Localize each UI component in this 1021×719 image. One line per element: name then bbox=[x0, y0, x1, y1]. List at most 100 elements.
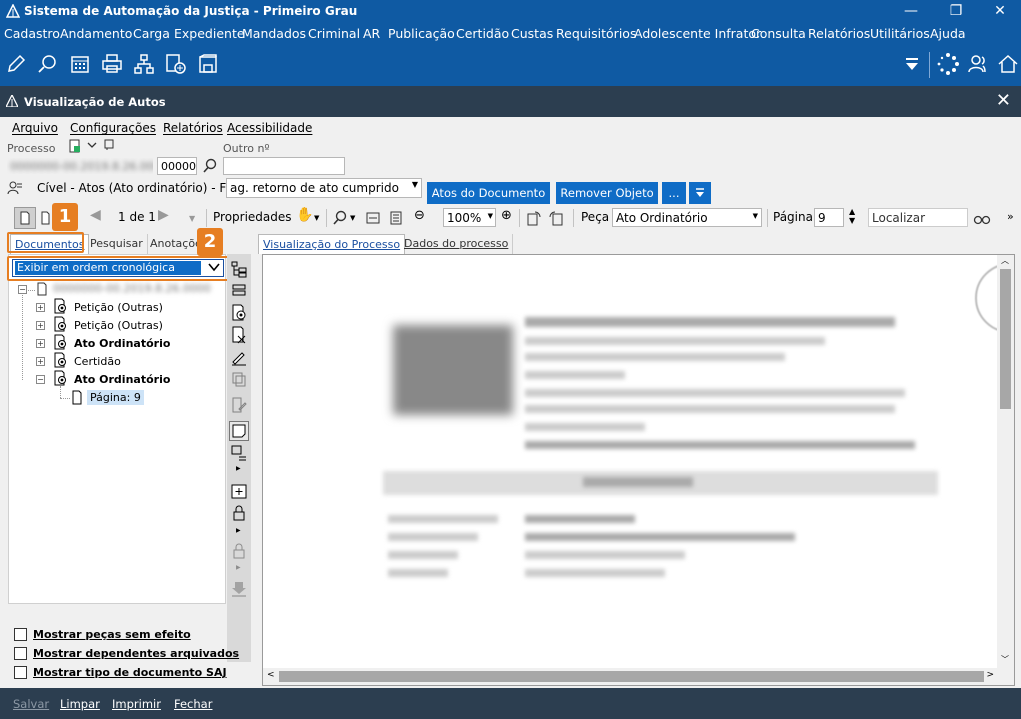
archive-icon[interactable] bbox=[196, 52, 220, 76]
zoom-search-icon[interactable] bbox=[332, 210, 348, 226]
add-process-icon[interactable] bbox=[164, 52, 188, 76]
search-document-icon[interactable] bbox=[36, 52, 60, 76]
process-suffix-field[interactable]: 00000 bbox=[157, 157, 197, 175]
scroll-right-icon[interactable]: > bbox=[986, 670, 994, 680]
comment-icon[interactable] bbox=[103, 139, 115, 151]
tree-item-label[interactable]: Ato Ordinatório bbox=[74, 373, 170, 386]
menu-criminal[interactable]: Criminal bbox=[308, 26, 360, 41]
copy-icon[interactable] bbox=[230, 370, 248, 388]
localizar-input[interactable]: Localizar bbox=[868, 208, 968, 227]
edit-document-icon[interactable] bbox=[230, 396, 248, 414]
process-number-field[interactable]: 0000000-00.2019.8.26.0000 bbox=[6, 157, 154, 175]
window-close-button[interactable]: ✕ bbox=[996, 90, 1011, 111]
menu-cadastro[interactable]: Cadastro bbox=[4, 26, 60, 41]
calendar-icon[interactable] bbox=[68, 52, 92, 76]
pagina-input[interactable]: 9 bbox=[814, 208, 844, 227]
tree-expand-toggle[interactable]: + bbox=[36, 303, 45, 312]
tree-collapse-toggle[interactable]: − bbox=[36, 375, 45, 384]
tree-expand-toggle[interactable]: + bbox=[36, 321, 45, 330]
remover-objeto-button[interactable]: Remover Objeto bbox=[556, 182, 658, 204]
menu-relatorios[interactable]: Relatórios bbox=[808, 26, 870, 41]
tab-pesquisar[interactable]: Pesquisar bbox=[86, 234, 148, 254]
more-options-button[interactable]: ... bbox=[662, 182, 686, 204]
menu-ajuda[interactable]: Ajuda bbox=[930, 26, 966, 41]
download-icon[interactable] bbox=[230, 580, 248, 598]
checkbox-box[interactable] bbox=[14, 628, 27, 641]
search-icon[interactable] bbox=[202, 158, 218, 174]
scroll-left-icon[interactable]: < bbox=[267, 670, 275, 680]
page-alt-icon[interactable] bbox=[40, 211, 50, 225]
tree-collapse-toggle[interactable]: − bbox=[18, 285, 27, 294]
zoom-in-button[interactable]: ⊕ bbox=[501, 208, 512, 223]
chevron-down-icon[interactable] bbox=[87, 141, 97, 149]
expand-button[interactable] bbox=[689, 182, 711, 204]
tree-expand-toggle[interactable]: + bbox=[36, 357, 45, 366]
hand-tool-dropdown-icon[interactable]: ▼ bbox=[314, 214, 319, 222]
rotate-left-icon[interactable] bbox=[526, 210, 542, 226]
tree-view-icon[interactable] bbox=[230, 260, 248, 278]
menu-arquivo[interactable]: Arquivo bbox=[12, 121, 58, 135]
restore-button[interactable]: ❐ bbox=[933, 0, 979, 24]
expand-arrow-icon[interactable]: ▶ bbox=[236, 527, 241, 534]
next-page-button[interactable]: ▶ bbox=[158, 207, 169, 223]
atos-do-documento-button[interactable]: Atos do Documento bbox=[427, 182, 550, 204]
horizontal-scroll-thumb[interactable] bbox=[279, 671, 984, 682]
lock-icon[interactable] bbox=[230, 504, 248, 522]
binoculars-icon[interactable] bbox=[973, 211, 991, 225]
zoom-out-button[interactable]: ⊖ bbox=[414, 208, 425, 223]
tab-visualizacao-processo[interactable]: Visualização do Processo bbox=[258, 234, 406, 254]
menu-relatorios-window[interactable]: Relatórios bbox=[163, 121, 223, 135]
add-note-icon[interactable] bbox=[230, 482, 248, 500]
tree-item-label[interactable]: Certidão bbox=[74, 355, 121, 368]
lock-disabled-icon[interactable] bbox=[230, 542, 248, 560]
tree-page-node[interactable]: Página: 9 bbox=[87, 390, 144, 405]
vertical-scroll-thumb[interactable] bbox=[1000, 269, 1011, 409]
toolbar-overflow-icon[interactable]: » bbox=[1007, 210, 1014, 223]
queue-select[interactable]: ag. retorno de ato cumprido ▼ bbox=[226, 178, 422, 198]
menu-mandados[interactable]: Mandados bbox=[242, 26, 306, 41]
salvar-button[interactable]: Salvar bbox=[13, 697, 49, 711]
other-number-input[interactable] bbox=[223, 157, 345, 175]
close-button[interactable]: ✕ bbox=[977, 0, 1021, 24]
minimize-button[interactable]: — bbox=[888, 0, 934, 24]
menu-ar[interactable]: AR bbox=[363, 26, 380, 41]
tab-dados-processo[interactable]: Dados do processo bbox=[400, 234, 514, 254]
menu-adolescente-infrator[interactable]: Adolescente Infrator bbox=[634, 26, 761, 41]
zoom-select[interactable]: 100% ▼ bbox=[443, 208, 496, 227]
menu-acessibilidade[interactable]: Acessibilidade bbox=[227, 121, 312, 135]
scroll-up-icon[interactable]: ︿ bbox=[1001, 255, 1009, 266]
menu-consulta[interactable]: Consulta bbox=[751, 26, 806, 41]
sign-document-icon[interactable] bbox=[230, 348, 248, 366]
page-nav-dropdown-icon[interactable]: ▼ bbox=[189, 214, 195, 223]
vertical-scrollbar[interactable]: ︿ ﹀ bbox=[997, 255, 1014, 669]
list-view-icon[interactable] bbox=[230, 282, 248, 300]
expand-arrow-icon[interactable]: ▶ bbox=[236, 465, 241, 472]
tree-item-label[interactable]: Petição (Outras) bbox=[74, 319, 163, 332]
expand-arrow-icon[interactable]: ▶ bbox=[236, 564, 241, 571]
tree-item-label[interactable]: Ato Ordinatório bbox=[74, 337, 170, 350]
properties-button[interactable]: Propriedades bbox=[213, 210, 292, 224]
scroll-down-icon[interactable]: ﹀ bbox=[1001, 654, 1009, 665]
limpar-button[interactable]: Limpar bbox=[60, 697, 100, 711]
menu-custas[interactable]: Custas bbox=[511, 26, 553, 41]
tree-expand-toggle[interactable]: + bbox=[36, 339, 45, 348]
pagina-spinner[interactable]: ▲ ▼ bbox=[849, 207, 855, 225]
menu-carga[interactable]: Carga bbox=[133, 26, 170, 41]
menu-requisitorios[interactable]: Requisitórios bbox=[556, 26, 636, 41]
home-icon[interactable] bbox=[996, 52, 1020, 76]
imprimir-button[interactable]: Imprimir bbox=[112, 697, 161, 711]
menu-publicacao[interactable]: Publicação bbox=[388, 26, 455, 41]
signed-document-icon[interactable] bbox=[230, 304, 248, 322]
menu-certidao[interactable]: Certidão bbox=[456, 26, 509, 41]
parties-icon[interactable] bbox=[7, 180, 23, 196]
document-viewer[interactable]: ︿ ﹀ < > bbox=[262, 254, 1015, 686]
hand-tool-icon[interactable]: ✋ bbox=[296, 207, 313, 223]
horizontal-scrollbar[interactable]: < > bbox=[263, 668, 1014, 685]
fechar-button[interactable]: Fechar bbox=[174, 697, 212, 711]
tree-item-label[interactable]: Petição (Outras) bbox=[74, 301, 163, 314]
dropdown-arrow-icon[interactable] bbox=[902, 56, 922, 74]
fit-width-icon[interactable] bbox=[366, 211, 380, 225]
tree-root-label[interactable]: 0000000-00.2019.8.26.0000 bbox=[53, 282, 211, 295]
previous-page-button[interactable]: ◀ bbox=[90, 207, 101, 223]
menu-configuracoes[interactable]: Configurações bbox=[70, 121, 156, 135]
